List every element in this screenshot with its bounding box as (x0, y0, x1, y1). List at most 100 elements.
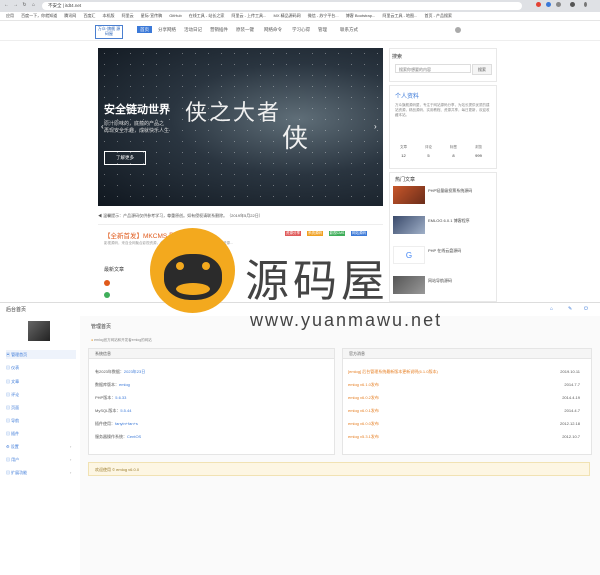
post-thumbnail[interactable] (393, 216, 425, 234)
stat-label: 浏览 (475, 145, 482, 149)
admin-avatar[interactable] (28, 321, 50, 341)
menu-dots-icon[interactable] (584, 2, 587, 7)
stat-value: 5 (427, 153, 430, 158)
stat-value: 8 (452, 153, 455, 158)
hot-post-link[interactable]: PHP 在线云盘源码 (428, 248, 492, 253)
sidebar-item-dashboard[interactable]: ▣ 管理首页 (6, 350, 76, 359)
bookmark[interactable]: 阿里云工具 - 地图... (382, 12, 417, 20)
sidebar-item[interactable]: ▤ 导航 (6, 416, 76, 425)
hot-post-link[interactable]: 网站导航源码 (428, 278, 492, 283)
sidebar-item[interactable]: ▤ 评论 (6, 390, 76, 399)
stat-label: 标签 (450, 145, 457, 149)
nav-item[interactable]: 网络命令 (264, 27, 282, 33)
bookmark[interactable]: 首页 - 产品搜索 (424, 12, 452, 20)
post-tag[interactable]: 系统源码 (307, 231, 323, 236)
site-logo[interactable]: 万众·旗舰 源码屋 (95, 25, 123, 39)
bookmark[interactable]: 博客 Bootstrap... (346, 12, 376, 20)
post-thumbnail[interactable] (393, 276, 425, 294)
panel-header: 官方消息 (343, 349, 591, 359)
nav-home[interactable]: 首页 (137, 26, 152, 33)
chevron-right-icon[interactable]: › (374, 122, 377, 131)
home-icon[interactable]: ⌂ (31, 3, 36, 8)
chevron-left-icon[interactable]: ‹ (101, 122, 104, 131)
stat-label: 文章 (400, 145, 407, 149)
breadcrumb: ● emlog官方网站和开发者emlog的网站 (91, 338, 152, 342)
power-icon[interactable]: ⏻ (584, 306, 588, 312)
admin-site-title: 后台首页 (6, 307, 27, 313)
news-row[interactable]: emlog v6.0.1发布 2014.4.7 (348, 408, 580, 414)
sidebar-item[interactable]: ▤ 页面 (6, 403, 76, 412)
search-input[interactable]: 搜索你想要的内容 (395, 64, 471, 73)
bookmark[interactable]: 腾讯网 (64, 12, 76, 20)
news-row[interactable]: emlog v6.1.0发布 2014.7.7 (348, 382, 580, 388)
info-row: 数据库版本：emlog (95, 382, 130, 387)
info-row: 服务器操作系统：CentOS (95, 434, 142, 439)
extension-icon[interactable] (556, 2, 561, 7)
bookmark[interactable]: 阿里云 (122, 12, 134, 20)
extension-icon[interactable] (536, 2, 541, 7)
reload-icon[interactable]: ↻ (22, 3, 27, 8)
sidebar-item[interactable]: ▤ 插件 (6, 429, 76, 438)
bookmark[interactable]: 微信 - 苏宁平台... (308, 12, 339, 20)
watermark-logo-eye (202, 262, 210, 270)
bookmark[interactable]: 星际·宣传稿 (141, 12, 162, 20)
notice-ticker: ◀ 温馨提示：产品源码仅供参考学习，尊重原创。如有侵权请联系删除。（2019年5… (98, 213, 263, 218)
chevron-right-icon: › (70, 444, 72, 449)
nav-item[interactable]: 营销插件 (210, 27, 228, 33)
nav-item[interactable]: 联系方式 (340, 27, 358, 33)
sidebar-item[interactable]: ▤ 文章 (6, 377, 76, 386)
search-button[interactable]: 搜索 (472, 64, 492, 75)
hot-post-link[interactable]: EMLOG 6.0.1 博客程序 (428, 218, 492, 223)
news-row[interactable]: emlog v6.0.2发布 2014.4.19 (348, 395, 580, 401)
banner-calligraphy: 侠之大者 (185, 101, 282, 126)
nav-item[interactable]: 分享网络 (158, 27, 176, 33)
stat-label: 评论 (425, 145, 432, 149)
post-thumbnail[interactable] (393, 186, 425, 204)
bookmark[interactable]: GitHub (169, 12, 181, 20)
sidebar-item[interactable]: ▤ 仪表 (6, 363, 76, 372)
bookmark[interactable]: 本机版 (103, 12, 115, 20)
post-tag[interactable]: 网站源码 (351, 231, 367, 236)
info-row: MySQL版本：5.5.44 (95, 408, 132, 413)
news-row[interactable]: emlog v6.0.0发布 2012.12.18 (348, 421, 580, 427)
watermark-brand: 源码屋 (245, 256, 389, 307)
sidebar-item[interactable]: ▤ 用户 (6, 455, 76, 464)
bookmark[interactable]: 百度一下，你就知道 (21, 12, 57, 20)
nav-item[interactable]: 学习心得 (292, 27, 310, 33)
back-icon[interactable]: ← (4, 3, 9, 8)
banner-subtitle: 原汁原味的，底蕴的产品之 再现安全乐趣，成就快乐人生 (104, 121, 170, 134)
wrench-icon[interactable]: ✎ (568, 306, 572, 312)
info-row: 有2023年数据：2023年23日 (95, 369, 146, 374)
sidebar-item[interactable]: ▤ 扩展功能 (6, 468, 76, 477)
user-avatar[interactable] (455, 27, 461, 33)
nav-item[interactable]: 管理 (318, 27, 327, 33)
news-row[interactable]: [emlog] 后台管理系统最新版本更新说明(6.1.0版本) 2019.10.1… (348, 369, 580, 375)
sidebar-item[interactable]: ⚙ 设置 (6, 442, 76, 451)
chevron-right-icon: › (70, 470, 72, 475)
banner-learn-more-button[interactable]: 了解更多 (104, 151, 146, 165)
nav-item[interactable]: 原装一键 (236, 27, 254, 33)
extension-icon[interactable] (546, 2, 551, 7)
profile-avatar-icon[interactable] (570, 2, 575, 7)
watermark-url: www.yuanmawu.net (250, 310, 443, 330)
nav-item[interactable]: 活动日记 (184, 27, 202, 33)
post-tag[interactable]: 影视CMS (329, 231, 345, 236)
bookmark[interactable]: 百度汇 (83, 12, 95, 20)
address-bar[interactable]: 不安全 | itdt4.net (42, 2, 522, 10)
section-heading: 最新文章 (104, 267, 125, 273)
bookmarks-bar: 应用 百度一下，你就知道 腾讯网 百度汇 本机版 阿里云 星际·宣传稿 GitH… (0, 12, 600, 21)
bookmark[interactable]: 阿里云 - 上传工具... (231, 12, 266, 20)
stat-value: 12 (401, 153, 406, 158)
panel-header: 系统信息 (89, 349, 334, 359)
news-row[interactable]: emlog v5.3.1发布 2012.10.7 (348, 434, 580, 440)
hot-post-link[interactable]: PHP轻量级投票系统源码 (428, 188, 492, 193)
google-logo-thumbnail[interactable]: G (393, 246, 425, 264)
post-tag[interactable]: 资源分享 (285, 231, 301, 236)
home-icon[interactable]: ⌂ (550, 306, 553, 312)
info-row: 插件使用：fanyin+fan+s (95, 421, 138, 426)
banner-title: 安全链动世界 (104, 104, 170, 116)
forward-icon[interactable]: → (13, 3, 18, 8)
bookmark[interactable]: 在线工具 - 站长之家 (189, 12, 225, 20)
bookmark[interactable]: MX 精品源码网 (274, 12, 301, 20)
bookmark[interactable]: 应用 (6, 12, 14, 20)
